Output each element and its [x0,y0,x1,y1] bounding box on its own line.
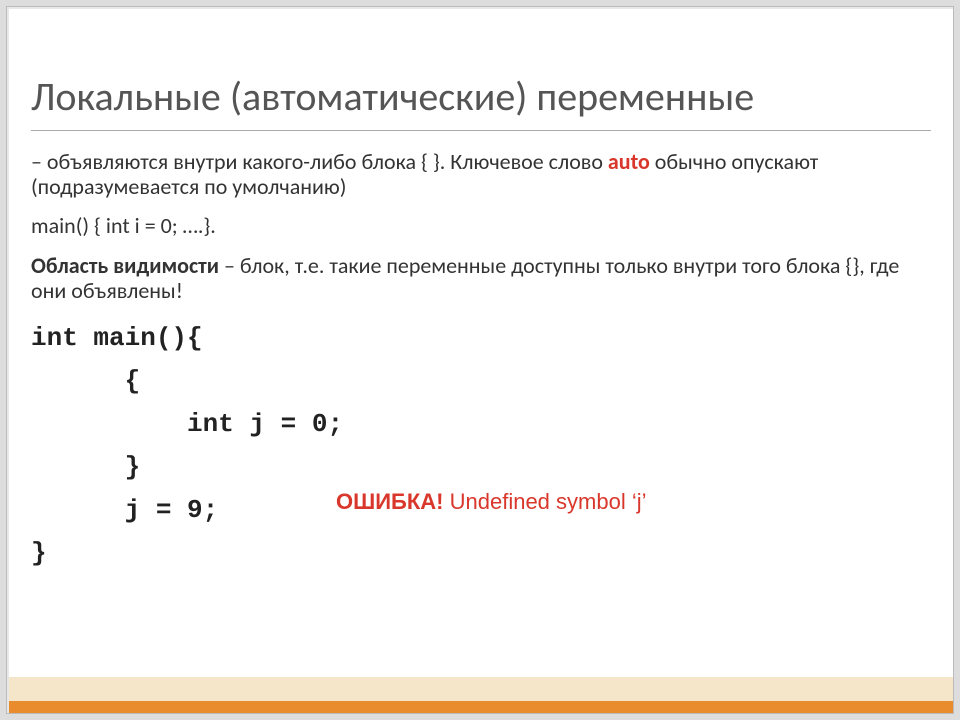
code-block: int main(){ { int j = 0; } j = 9; } ОШИБ… [31,317,931,574]
code-line: int j = 0; [31,403,931,446]
paragraph-intro: – объявляются внутри какого-либо блока {… [31,149,931,200]
error-text: Undefined symbol ‘j’ [444,489,647,514]
slide-content: Локальные (автоматические) переменные – … [31,75,931,575]
footer-bar-orange [9,701,953,713]
footer-bar-beige [9,677,953,701]
footer-decoration [9,677,953,713]
slide: Локальные (автоматические) переменные – … [9,9,953,713]
scope-label: Область видимости [31,252,219,279]
text: – объявляются внутри какого-либо блока {… [31,148,608,175]
paragraph-example: main() { int i = 0; ….}. [31,213,931,238]
code-line: { [31,360,931,403]
keyword-auto: auto [608,148,650,175]
slide-frame: Локальные (автоматические) переменные – … [6,6,954,714]
error-annotation: ОШИБКА! Undefined symbol ‘j’ [336,489,646,514]
paragraph-scope: Область видимости – блок, т.е. такие пер… [31,253,931,304]
error-prefix: ОШИБКА! [336,489,444,514]
code-line: } [31,532,931,575]
code-line: int main(){ [31,317,931,360]
code-line: } [31,446,931,489]
slide-title: Локальные (автоматические) переменные [31,75,931,131]
slide-body: – объявляются внутри какого-либо блока {… [31,149,931,575]
